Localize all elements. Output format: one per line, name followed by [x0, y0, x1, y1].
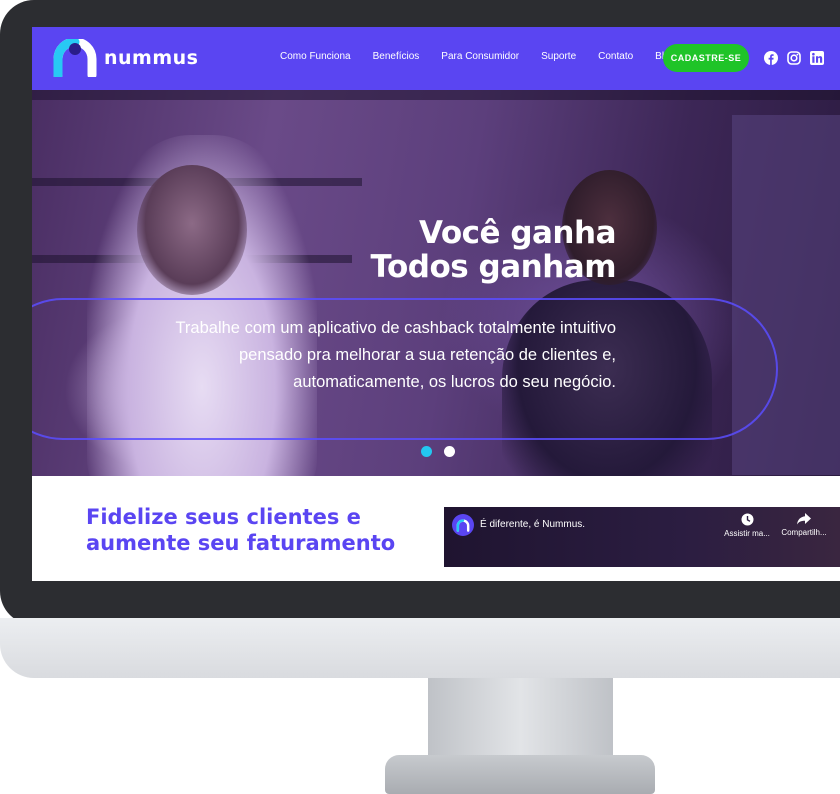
- nav-item-como-funciona[interactable]: Como Funciona: [280, 51, 351, 62]
- main-nav: Como Funciona Benefícios Para Consumidor…: [280, 51, 675, 62]
- instagram-icon[interactable]: [787, 51, 801, 65]
- social-links: [764, 51, 824, 65]
- hero-title-line: Você ganha: [419, 215, 616, 251]
- hero-photo-person-left-head: [137, 165, 247, 295]
- carousel-pagination: [421, 446, 455, 457]
- brand-name: nummus: [104, 47, 199, 69]
- watch-later-label: Assistir ma...: [724, 529, 770, 538]
- nav-item-contato[interactable]: Contato: [598, 51, 633, 62]
- features-heading-line: Fidelize seus clientes e: [86, 505, 361, 529]
- video-player[interactable]: É diferente, é Nummus. Assistir ma... Co…: [444, 507, 840, 567]
- clock-icon: [741, 513, 753, 526]
- logo-icon: [53, 39, 97, 77]
- features-heading: Fidelize seus clientes e aumente seu fat…: [86, 504, 426, 556]
- hero-subtitle: Trabalhe com um aplicativo de cashback t…: [175, 319, 616, 391]
- nav-item-beneficios[interactable]: Benefícios: [373, 51, 420, 62]
- hero-title: Você ganha Todos ganham: [332, 216, 616, 284]
- logo-icon: [456, 518, 470, 532]
- share-label: Compartilh...: [781, 528, 827, 537]
- monitor-stand-neck: [428, 678, 613, 758]
- brand-logo[interactable]: nummus: [52, 39, 198, 77]
- features-heading-line: aumente seu faturamento: [86, 531, 396, 555]
- channel-avatar[interactable]: [452, 514, 474, 536]
- monitor-screen: nummus Como Funciona Benefícios Para Con…: [32, 27, 840, 581]
- nav-item-para-consumidor[interactable]: Para Consumidor: [441, 51, 519, 62]
- video-title[interactable]: É diferente, é Nummus.: [480, 519, 585, 530]
- share-icon: [797, 513, 811, 525]
- site-header: nummus Como Funciona Benefícios Para Con…: [32, 27, 840, 90]
- facebook-icon[interactable]: [764, 51, 778, 65]
- monitor-stand-base: [385, 755, 655, 794]
- share-button[interactable]: Compartilh...: [774, 513, 834, 537]
- hero-photo-shelf: [32, 90, 840, 100]
- hero-banner: Você ganha Todos ganham Trabalhe com um …: [32, 90, 840, 476]
- monitor-chin: [0, 618, 840, 678]
- carousel-dot-1[interactable]: [421, 446, 432, 457]
- watch-later-button[interactable]: Assistir ma...: [717, 513, 777, 538]
- signup-button[interactable]: CADASTRE-SE: [663, 44, 749, 72]
- linkedin-icon[interactable]: [810, 51, 824, 65]
- nav-item-suporte[interactable]: Suporte: [541, 51, 576, 62]
- hero-title-line: Todos ganham: [370, 249, 616, 285]
- carousel-dot-2[interactable]: [444, 446, 455, 457]
